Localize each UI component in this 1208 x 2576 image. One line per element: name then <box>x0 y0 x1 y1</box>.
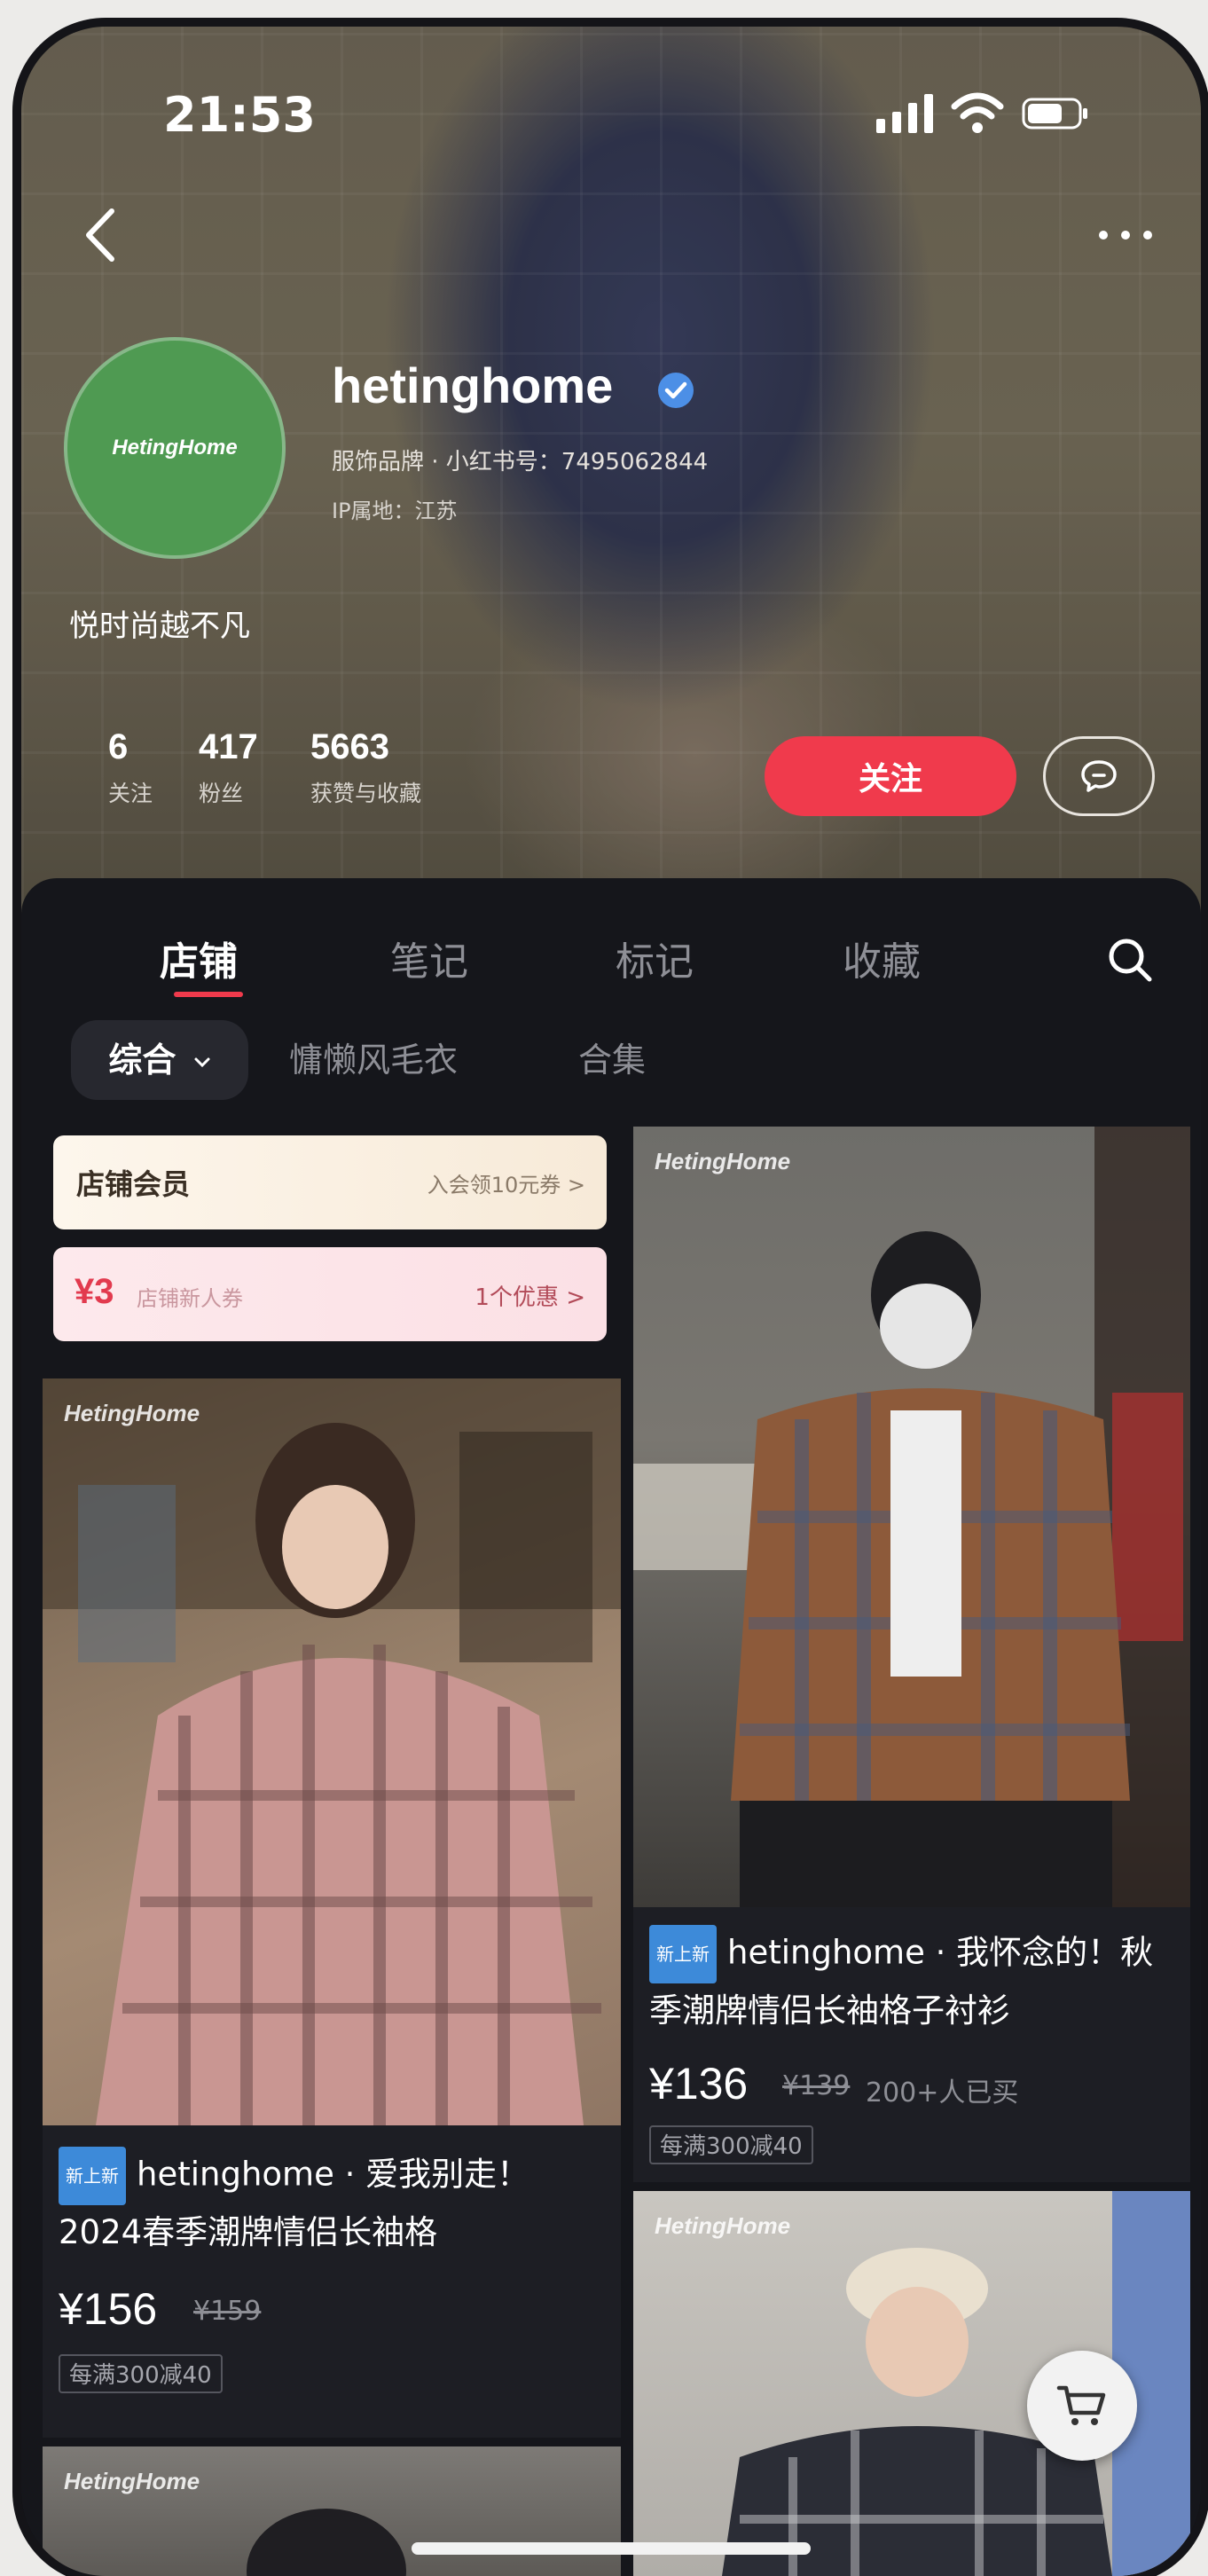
stat-number: 6 <box>108 727 129 766</box>
store-membership-card[interactable]: 店铺会员 入会领10元券 > <box>53 1135 607 1229</box>
stat-likes[interactable]: 5663 获赞与收藏 <box>310 727 421 808</box>
filter-chip-all[interactable]: 综合 <box>71 1020 248 1100</box>
stat-following[interactable]: 6 关注 <box>108 727 153 808</box>
stat-number: 5663 <box>310 727 389 766</box>
stat-number: 417 <box>199 727 258 766</box>
stat-label: 粉丝 <box>199 781 244 806</box>
stat-label: 关注 <box>108 781 153 806</box>
message-button[interactable] <box>1043 736 1155 816</box>
tab-store[interactable]: 店铺 <box>160 930 238 986</box>
tab-favorites[interactable]: 收藏 <box>843 930 921 986</box>
product-card[interactable]: HetingHome <box>43 2446 621 2576</box>
product-image: HetingHome <box>43 1378 621 2125</box>
tab-notes[interactable]: 笔记 <box>390 930 468 986</box>
battery-icon <box>1022 98 1087 130</box>
profile-meta: 服饰品牌 · 小红书号：7495062844 <box>332 449 709 475</box>
home-indicator[interactable] <box>412 2542 811 2555</box>
new-arrival-tag: 新上新 <box>59 2147 126 2205</box>
product-title-text: hetinghome · 爱我别走！2024春季潮牌情侣长袖格 <box>59 2155 530 2252</box>
status-bar: 21:53 <box>21 27 1201 143</box>
brand-watermark: HetingHome <box>655 1148 791 1174</box>
product-image: HetingHome <box>43 2446 621 2576</box>
tab-tagged[interactable]: 标记 <box>616 930 694 986</box>
phone-screen: 21:53 HetingHome hetinghome 服饰品牌 · 小红书号：… <box>21 27 1201 2576</box>
product-original-price: ¥159 <box>193 2296 262 2327</box>
coupon-amount: ¥3 <box>75 1272 114 1311</box>
product-title: 新上新 hetinghome · 我怀念的！秋季潮牌情侣长袖格子衬衫 <box>649 1925 1181 2038</box>
avatar[interactable]: HetingHome <box>64 337 286 559</box>
follow-button[interactable]: 关注 <box>765 736 1016 816</box>
product-sold-count: 200+人已买 <box>866 2077 1019 2109</box>
filter-chip-sweater[interactable]: 慵懒风毛衣 <box>289 1020 458 1100</box>
product-card[interactable]: HetingHome 新上新 hetinghome · 爱我别走！2024春季潮牌… <box>43 1378 621 2438</box>
cart-button[interactable] <box>1027 2351 1137 2461</box>
chevron-down-icon <box>194 1057 210 1067</box>
ip-location: IP属地：江苏 <box>332 499 458 523</box>
chat-bubble-icon <box>1081 760 1117 792</box>
coupon-link: 1个优惠 > <box>475 1284 585 1311</box>
product-card[interactable]: HetingHome 新上新 hetinghome · 我怀念的！秋季潮牌情侣长袖… <box>633 1127 1190 2182</box>
new-arrival-tag: 新上新 <box>649 1925 717 1983</box>
brand-watermark: HetingHome <box>64 1400 200 1426</box>
product-price: ¥156 <box>59 2284 158 2334</box>
wifi-icon <box>951 92 1004 133</box>
product-image: HetingHome <box>633 1127 1190 1907</box>
username: hetinghome <box>332 357 614 413</box>
product-photo-figure <box>247 2509 406 2576</box>
promo-badge: 每满300减40 <box>649 2125 813 2164</box>
cart-icon <box>1056 2385 1106 2425</box>
status-time: 21:53 <box>163 87 316 143</box>
promo-badge: 每满300减40 <box>59 2354 223 2393</box>
membership-title: 店铺会员 <box>76 1167 191 1201</box>
profile-bio: 悦时尚越不凡 <box>69 609 250 644</box>
search-icon[interactable] <box>1105 935 1155 985</box>
product-original-price: ¥139 <box>782 2070 851 2101</box>
avatar-logo-text: HetingHome <box>112 436 238 459</box>
tab-active-indicator <box>174 992 243 997</box>
product-title-text: hetinghome · 我怀念的！秋季潮牌情侣长袖格子衬衫 <box>649 1933 1154 2030</box>
membership-link: 入会领10元券 > <box>427 1173 585 1198</box>
filter-chip-label: 综合 <box>108 1041 176 1080</box>
profile-header: 21:53 HetingHome hetinghome 服饰品牌 · 小红书号：… <box>21 27 1201 914</box>
back-icon[interactable] <box>75 204 128 266</box>
stat-followers[interactable]: 417 粉丝 <box>199 727 258 808</box>
coupon-title: 店铺新人券 <box>137 1286 243 1311</box>
product-title: 新上新 hetinghome · 爱我别走！2024春季潮牌情侣长袖格 <box>59 2147 608 2260</box>
product-photo-figure <box>633 1127 1190 1907</box>
product-price: ¥136 <box>649 2059 749 2109</box>
stat-label: 获赞与收藏 <box>310 781 422 806</box>
signal-icon <box>876 94 933 133</box>
verified-badge-icon <box>658 373 694 408</box>
more-dots-icon[interactable] <box>1094 222 1157 248</box>
brand-watermark: HetingHome <box>64 2468 200 2494</box>
filter-chip-collection[interactable]: 合集 <box>578 1020 646 1100</box>
store-coupon-card[interactable]: ¥3 店铺新人券 1个优惠 > <box>53 1247 607 1341</box>
brand-watermark: HetingHome <box>655 2212 791 2239</box>
product-photo-figure <box>43 1378 621 2125</box>
